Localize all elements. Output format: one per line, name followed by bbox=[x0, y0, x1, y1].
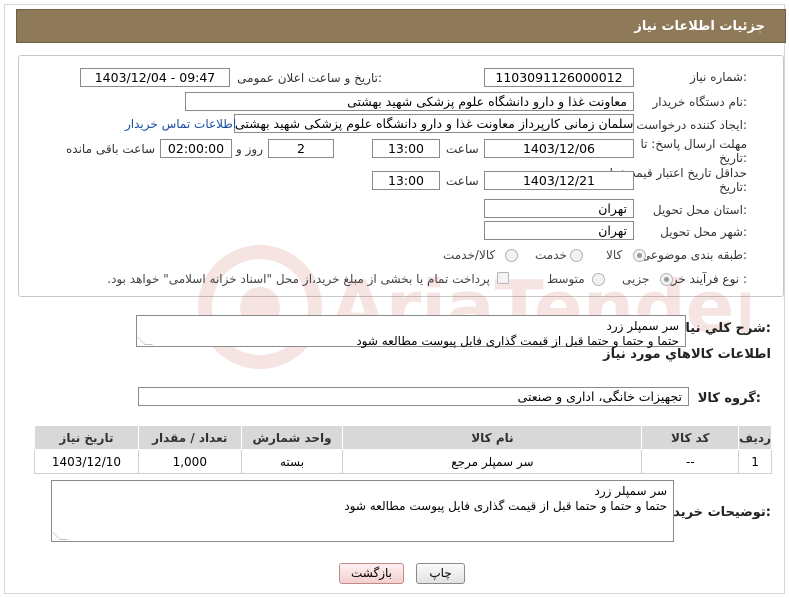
description-label: شرح کلي نياز: bbox=[677, 321, 771, 336]
items-table-header: ردیف کد کالا نام کالا واحد شمارش تعداد /… bbox=[34, 425, 772, 450]
goods-group-field: تجهیزات خانگی، اداری و صنعتی bbox=[138, 387, 689, 406]
category-radio-goods[interactable] bbox=[633, 249, 646, 262]
buyer-org-label: نام دستگاه خریدار: bbox=[652, 95, 748, 109]
reply-deadline-date-field: 1403/12/06 bbox=[484, 139, 634, 158]
purchase-type-label: نوع فرآیند خرید : bbox=[662, 272, 747, 286]
cell-qty: 1,000 bbox=[137, 449, 242, 474]
buyer-org-field: معاونت غذا و دارو دانشگاه علوم پزشکی شهی… bbox=[185, 92, 634, 111]
description-textarea: سر سمپلر زرد حتما و حتما و حتما قبل از ق… bbox=[136, 315, 686, 348]
price-validity-time-label: ساعت bbox=[446, 174, 479, 188]
col-qty: تعداد / مقدار bbox=[137, 425, 242, 450]
purchase-type-radio-minor[interactable] bbox=[660, 273, 673, 286]
description-line-1: سر سمپلر زرد bbox=[606, 319, 679, 333]
price-validity-time-field: 13:00 bbox=[372, 171, 440, 190]
items-table: ردیف کد کالا نام کالا واحد شمارش تعداد /… bbox=[34, 425, 772, 474]
reply-deadline-label: مهلت ارسال پاسخ: تا bbox=[640, 137, 747, 151]
province-label: استان محل تحویل: bbox=[652, 203, 747, 217]
category-radio-goods-service[interactable] bbox=[505, 249, 518, 262]
treasury-payment-note: پرداخت تمام یا بخشی از مبلغ خرید،از محل … bbox=[107, 272, 490, 286]
reply-deadline-date-label: تاریخ: bbox=[719, 151, 747, 165]
announce-datetime-label: تاریخ و ساعت اعلان عمومی: bbox=[237, 71, 382, 85]
page-title: جزئیات اطلاعات نیاز bbox=[16, 9, 786, 43]
price-validity-date-field: 1403/12/21 bbox=[484, 171, 634, 190]
remaining-time-field: 02:00:00 bbox=[160, 139, 232, 158]
table-row: 1 -- سر سمپلر مرجع بسته 1,000 1403/12/10 bbox=[34, 449, 772, 474]
announce-datetime-field: 1403/12/04 - 09:47 bbox=[80, 68, 230, 87]
reply-time-label: ساعت bbox=[446, 142, 479, 156]
requester-label: ایجاد کننده درخواست: bbox=[636, 118, 747, 132]
days-label: روز و bbox=[236, 142, 263, 156]
goods-group-label: گروه کالا: bbox=[697, 391, 761, 406]
city-label: شهر محل تحویل: bbox=[660, 225, 747, 239]
buyer-notes-line-2: حتما و حتما و حتما قبل از قیمت گذاری فای… bbox=[344, 499, 667, 513]
col-code: کد کالا bbox=[641, 425, 740, 450]
need-number-label: شماره نیاز: bbox=[689, 70, 747, 84]
buyer-notes-textarea: سر سمپلر زرد حتما و حتما و حتما قبل از ق… bbox=[51, 480, 674, 542]
goods-section-title: اطلاعات کالاهاي مورد نياز bbox=[603, 347, 771, 362]
purchase-type-option-minor: جزیی bbox=[622, 272, 650, 286]
col-unit: واحد شمارش bbox=[240, 425, 344, 450]
reply-time-field: 13:00 bbox=[372, 139, 440, 158]
cell-name: سر سمپلر مرجع bbox=[342, 449, 643, 474]
remaining-time-label: ساعت باقی مانده bbox=[66, 142, 156, 156]
buyer-contact-link[interactable]: اطلاعات تماس خریدار bbox=[125, 117, 236, 131]
cell-date: 1403/12/10 bbox=[34, 449, 139, 474]
back-button[interactable]: بازگشت bbox=[339, 563, 404, 584]
cell-row: 1 bbox=[738, 449, 772, 474]
buyer-notes-label: توضیحات خریدار: bbox=[661, 505, 771, 520]
requester-field: سلمان زمانی کارپرداز معاونت غذا و دارو د… bbox=[234, 114, 634, 133]
city-field: تهران bbox=[484, 221, 634, 240]
col-row: ردیف bbox=[738, 425, 772, 450]
col-name: نام کالا bbox=[342, 425, 643, 450]
price-validity-date-label: تاریخ: bbox=[719, 180, 747, 194]
treasury-payment-checkbox[interactable] bbox=[497, 272, 509, 284]
purchase-type-radio-medium[interactable] bbox=[592, 273, 605, 286]
category-option-goods-service: کالا/خدمت bbox=[443, 248, 496, 262]
cell-unit: بسته bbox=[240, 449, 344, 474]
print-button[interactable]: چاپ bbox=[416, 563, 465, 584]
category-label: طبقه بندی موضوعی: bbox=[640, 248, 747, 262]
need-number-field: 1103091126000012 bbox=[484, 68, 634, 87]
category-radio-service[interactable] bbox=[570, 249, 583, 262]
description-line-2: حتما و حتما و حتما قبل از قیمت گذاری فای… bbox=[356, 334, 679, 348]
category-option-goods: کالا bbox=[606, 248, 623, 262]
category-option-service: خدمت bbox=[535, 248, 567, 262]
col-date: تاریخ نیاز bbox=[34, 425, 139, 450]
province-field: تهران bbox=[484, 199, 634, 218]
cell-code: -- bbox=[641, 449, 740, 474]
buyer-notes-line-1: سر سمپلر زرد bbox=[594, 484, 667, 498]
remaining-days-field: 2 bbox=[268, 139, 334, 158]
purchase-type-option-medium: متوسط bbox=[547, 272, 585, 286]
